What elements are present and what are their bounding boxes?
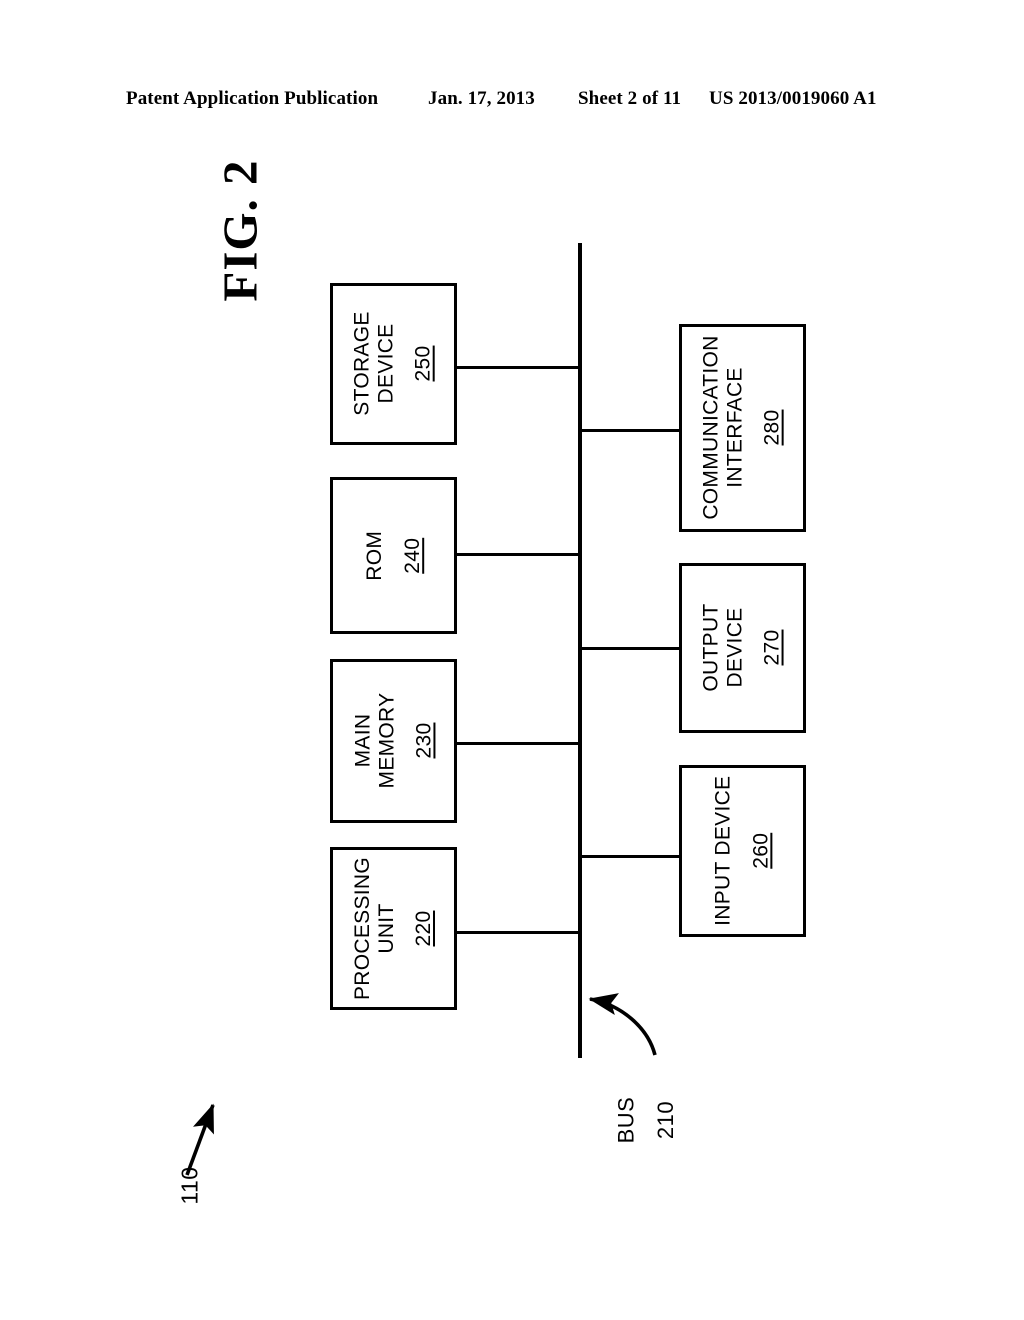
bus-ref: 210 <box>636 1060 696 1180</box>
node-rom-ref: 240 <box>400 537 424 574</box>
node-processing-unit-label: PROCESSING UNIT <box>350 856 398 1001</box>
wire-bus-to-output-device <box>578 647 680 650</box>
node-rom-label: ROM <box>362 530 386 581</box>
node-processing-unit: PROCESSING UNIT 220 <box>330 847 457 1010</box>
wire-main-memory-to-bus <box>457 742 580 745</box>
node-main-memory-ref: 230 <box>412 723 436 759</box>
node-input-device: INPUT DEVICE 260 <box>679 765 806 937</box>
node-storage-device-label: STORAGE DEVICE <box>350 311 398 417</box>
node-output-device-label: OUTPUT DEVICE <box>699 603 747 693</box>
node-main-memory: MAIN MEMORY 230 <box>330 659 457 823</box>
bus-ref-text: 210 <box>653 1100 678 1140</box>
node-communication-interface: COMMUNICATION INTERFACE 280 <box>679 324 806 532</box>
node-output-device-ref: 270 <box>761 630 785 666</box>
system-ref-text: 110 <box>176 1165 203 1205</box>
node-main-memory-label: MAIN MEMORY <box>350 693 398 789</box>
node-input-device-ref: 260 <box>749 833 773 869</box>
node-output-device: OUTPUT DEVICE 270 <box>679 563 806 733</box>
wire-bus-to-input-device <box>578 855 680 858</box>
node-storage-device: STORAGE DEVICE 250 <box>330 283 457 445</box>
node-communication-interface-ref: 280 <box>761 410 785 446</box>
wire-storage-to-bus <box>457 366 580 369</box>
node-communication-interface-label: COMMUNICATION INTERFACE <box>699 335 747 521</box>
system-ref: 110 <box>155 1130 225 1240</box>
node-rom: ROM 240 <box>330 477 457 634</box>
node-storage-device-ref: 250 <box>412 346 436 382</box>
node-input-device-label: INPUT DEVICE <box>711 775 735 927</box>
leader-lines-overlay <box>185 993 657 1176</box>
wire-processing-unit-to-bus <box>457 931 580 934</box>
figure-title-text: FIG. 2 <box>212 158 268 302</box>
node-processing-unit-ref: 220 <box>412 910 436 947</box>
figure-title: FIG. 2 <box>155 145 325 315</box>
patent-figure: FIG. 2 STORAGE DEVICE 250 ROM 240 MAIN ME <box>0 0 1024 1320</box>
wire-bus-to-communication-interface <box>578 429 680 432</box>
wire-rom-to-bus <box>457 553 580 556</box>
bus-leader-line <box>588 993 657 1056</box>
